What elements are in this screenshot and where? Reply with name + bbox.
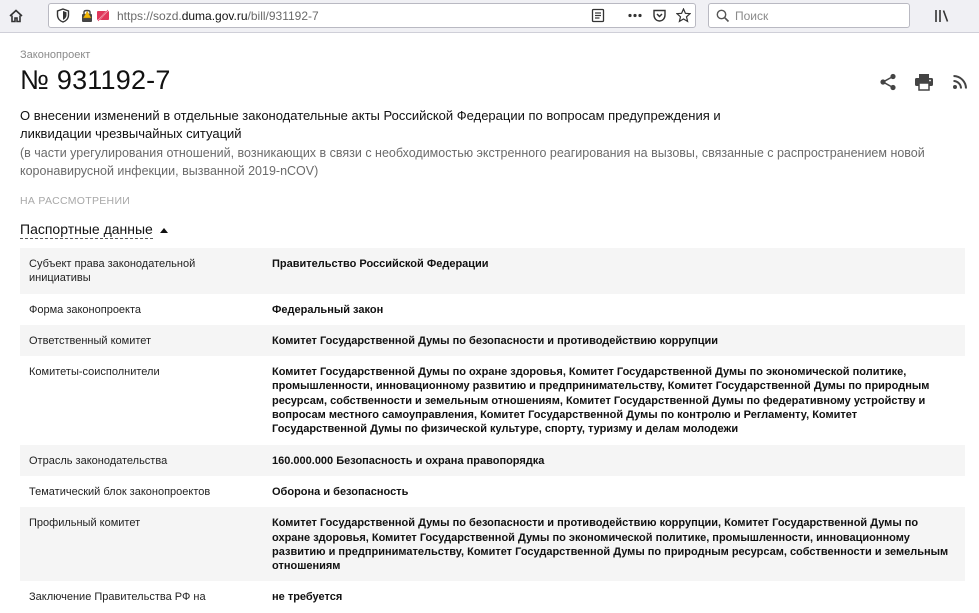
row-label: Заключение Правительства РФ на — [29, 591, 206, 604]
browser-toolbar: https://sozd.duma.gov.ru/bill/931192-7 П… — [0, 0, 979, 33]
bookmark-star-icon[interactable] — [676, 8, 691, 23]
bill-actions — [878, 72, 970, 92]
bill-subtitle: (в части урегулирования отношений, возни… — [20, 146, 925, 178]
table-row: Комитеты-соисполнители Комитет Государст… — [20, 356, 965, 444]
bill-number: № 931192-7 — [20, 65, 171, 95]
row-label: Комитеты-соисполнители — [29, 366, 160, 379]
tracking-protection-icon[interactable] — [56, 8, 70, 23]
home-button[interactable] — [4, 4, 28, 28]
row-value: не требуется — [272, 591, 343, 604]
status-badge: НА РАССМОТРЕНИИ — [20, 195, 131, 207]
row-label: Форма законопроекта — [29, 303, 142, 316]
print-icon[interactable] — [914, 72, 934, 92]
table-row: Профильный комитет Комитет Государственн… — [20, 507, 965, 582]
caret-up-icon — [159, 227, 168, 233]
library-icon — [935, 10, 949, 22]
search-placeholder: Поиск — [735, 9, 769, 23]
passport-label: Паспортные данные — [20, 221, 153, 239]
search-bar[interactable]: Поиск — [708, 3, 910, 28]
rss-icon[interactable] — [950, 72, 970, 92]
search-icon — [716, 9, 730, 28]
row-value: 160.000.000 Безопасность и охрана правоп… — [263, 444, 965, 476]
security-warning-icon[interactable] — [80, 8, 94, 23]
library-button[interactable] — [930, 4, 954, 28]
row-label: Ответственный комитет — [20, 324, 263, 357]
row-value: Комитет Государственной Думы по охране з… — [272, 366, 930, 436]
table-row: Тематический блок законопроектов Оборона… — [20, 476, 965, 507]
passport-toggle[interactable]: Паспортные данные — [20, 221, 168, 239]
address-bar[interactable]: https://sozd.duma.gov.ru/bill/931192-7 — [48, 3, 696, 28]
home-icon — [9, 9, 23, 23]
row-value: Федеральный закон — [272, 303, 384, 316]
passport-table: Субъект права законодательной инициативы… — [20, 248, 965, 613]
page-actions-icon[interactable] — [627, 8, 643, 23]
row-value: Оборона и безопасность — [272, 485, 409, 498]
row-label: Отрасль законодательства — [20, 444, 263, 476]
page-kicker: Законопроект — [20, 49, 91, 61]
url-prefix: https://sozd. — [117, 9, 182, 23]
row-label: Субъект права законодательной инициативы — [20, 248, 263, 294]
table-row: Форма законопроекта Федеральный закон — [20, 294, 965, 325]
share-icon[interactable] — [878, 72, 898, 92]
blocked-media-icon[interactable] — [96, 8, 110, 23]
table-row: Субъект права законодательной инициативы… — [20, 248, 965, 294]
reader-view-icon[interactable] — [591, 8, 605, 23]
pocket-icon[interactable] — [652, 8, 667, 23]
url-text[interactable]: https://sozd.duma.gov.ru/bill/931192-7 — [117, 9, 319, 23]
row-value: Комитет Государственной Думы по безопасн… — [263, 507, 965, 582]
row-label: Тематический блок законопроектов — [29, 485, 211, 498]
url-domain: duma.gov.ru — [181, 9, 248, 23]
table-row: Ответственный комитет Комитет Государств… — [20, 324, 965, 357]
table-row: Отрасль законодательства 160.000.000 Без… — [20, 444, 965, 476]
row-value: Комитет Государственной Думы по безопасн… — [263, 324, 965, 357]
row-value: Правительство Российской Федерации — [263, 248, 965, 294]
bill-title: О внесении изменений в отдельные законод… — [20, 108, 721, 141]
url-path: /bill/931192-7 — [247, 9, 319, 23]
row-label: Профильный комитет — [20, 507, 263, 582]
table-row: Заключение Правительства РФ на не требуе… — [20, 581, 965, 612]
